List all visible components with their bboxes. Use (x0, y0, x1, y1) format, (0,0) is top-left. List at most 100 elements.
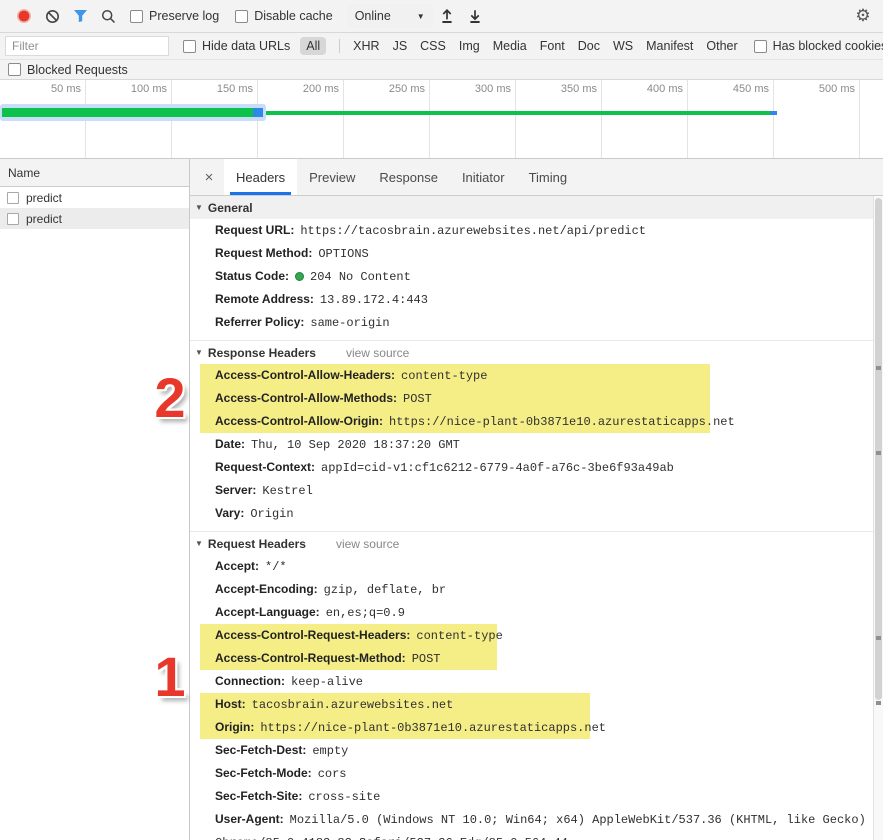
import-har-button[interactable] (433, 3, 461, 29)
header-row: Remote Address: 13.89.172.4:443 (190, 288, 873, 311)
scrollbar-match-mark (876, 451, 881, 455)
network-main: Name predict predict × Headers Preview Resp… (0, 159, 883, 840)
disable-cache-label: Disable cache (254, 9, 333, 23)
section-header[interactable]: ▼ Response Headers view source (190, 341, 873, 364)
filter-type-all[interactable]: All (300, 37, 327, 55)
blocked-requests-checkbox[interactable]: Blocked Requests (8, 63, 128, 77)
has-blocked-cookies-checkbox[interactable]: Has blocked cookies (753, 39, 883, 53)
header-name: Request Method: (215, 246, 313, 260)
view-source-link[interactable]: view source (346, 346, 409, 360)
header-row: Sec-Fetch-Mode: cors (190, 762, 873, 785)
tab-preview[interactable]: Preview (297, 159, 367, 195)
header-name: Sec-Fetch-Site: (215, 789, 303, 803)
timeline-cell: 350 ms (516, 80, 602, 158)
expander-triangle-icon[interactable]: ▼ (195, 348, 203, 357)
timeline-tick-label: 400 ms (646, 83, 683, 95)
filter-type-js[interactable]: JS (393, 39, 408, 53)
header-row: Access-Control-Request-Method: POST (190, 647, 873, 670)
settings-gear-icon[interactable]: ⚙ (849, 3, 877, 29)
header-value: tacosbrain.azurewebsites.net (251, 698, 454, 712)
scrollbar-thumb[interactable] (875, 198, 882, 701)
expander-triangle-icon[interactable]: ▼ (195, 203, 203, 212)
request-row-predict[interactable]: predict (0, 208, 189, 229)
header-name: Sec-Fetch-Dest: (215, 743, 307, 757)
header-name: Accept: (215, 559, 260, 573)
header-row: Accept-Encoding: gzip, deflate, br (190, 578, 873, 601)
expander-triangle-icon[interactable]: ▼ (195, 539, 203, 548)
throttling-select[interactable]: Online ▼ (346, 4, 433, 28)
filter-toggle-button[interactable] (66, 3, 94, 29)
header-name: Request-Context: (215, 460, 316, 474)
header-name: Date: (215, 437, 246, 451)
header-name: Access-Control-Allow-Headers: (215, 368, 396, 382)
hide-data-urls-label: Hide data URLs (202, 39, 291, 53)
filter-type-css[interactable]: CSS (420, 39, 446, 53)
detail-tabbar: × Headers Preview Response Initiator Timing (190, 159, 883, 196)
search-icon (101, 9, 115, 23)
preserve-log-checkbox[interactable]: Preserve log (130, 9, 219, 23)
header-row: Vary: Origin (190, 502, 873, 525)
header-value: OPTIONS (318, 247, 369, 261)
filter-type-img[interactable]: Img (459, 39, 480, 53)
header-row: Accept-Language: en,es;q=0.9 (190, 601, 873, 624)
timeline-cell: 450 ms (688, 80, 774, 158)
section-header[interactable]: ▼ Request Headers view source (190, 532, 873, 555)
filter-input[interactable] (5, 36, 169, 56)
status-dot-icon (295, 272, 305, 281)
section-rows: Request URL: https://tacosbrain.azurewebs… (190, 219, 873, 334)
tab-response[interactable]: Response (367, 159, 450, 195)
timeline-tick-label: 200 ms (302, 83, 339, 95)
filter-type-manifest[interactable]: Manifest (646, 39, 693, 53)
request-row-predict[interactable]: predict (0, 187, 189, 208)
header-value: Origin (250, 507, 294, 521)
search-button[interactable] (94, 3, 122, 29)
tab-headers[interactable]: Headers (224, 159, 298, 195)
header-name: Server: (215, 483, 257, 497)
header-name: Sec-Fetch-Mode: (215, 766, 312, 780)
record-button[interactable] (10, 3, 38, 29)
download-icon (470, 10, 480, 23)
close-icon[interactable]: × (194, 159, 224, 195)
filter-type-font[interactable]: Font (540, 39, 565, 53)
disable-cache-checkbox[interactable]: Disable cache (235, 9, 333, 23)
section-rows: Accept: */* Accept-Encoding: gzip, deflate,… (154, 555, 873, 840)
section-header[interactable]: ▼ General (190, 196, 873, 219)
hide-data-urls-checkbox[interactable]: Hide data URLs (183, 39, 290, 53)
devtools-network-panel: Preserve log Disable cache Online ▼ ⚙ Fi… (0, 0, 883, 840)
view-source-link[interactable]: view source (336, 537, 399, 551)
throttling-value: Online (354, 9, 391, 23)
timeline-cell: 400 ms (602, 80, 688, 158)
filter-type-other[interactable]: Other (706, 39, 737, 53)
resource-icon (7, 212, 19, 225)
header-name: Vary: (215, 506, 245, 520)
header-value: 204 No Content (310, 270, 411, 284)
request-rows: predict predict (0, 187, 189, 229)
header-name: Connection: (215, 674, 285, 688)
export-har-button[interactable] (461, 3, 489, 29)
section-rows: Access-Control-Allow-Headers: content-typ… (154, 364, 873, 525)
header-row: Sec-Fetch-Dest: empty (190, 739, 873, 762)
header-row: Referrer Policy: same-origin (190, 311, 873, 334)
header-value: POST (403, 392, 432, 406)
section-title: Response Headers (207, 345, 316, 360)
header-row: Access-Control-Allow-Origin: https://nice… (190, 410, 873, 433)
request-1-waterfall-bar[interactable] (2, 108, 253, 117)
filter-type-media[interactable]: Media (493, 39, 527, 53)
filter-type-ws[interactable]: WS (613, 39, 633, 53)
resource-icon (7, 191, 19, 204)
network-overview[interactable]: 50 ms 100 ms 150 ms 200 ms 250 ms 300 ms 350 m… (0, 80, 883, 159)
tab-initiator[interactable]: Initiator (450, 159, 517, 195)
filter-type-xhr[interactable]: XHR (353, 39, 379, 53)
timeline-tick-label: 150 ms (216, 83, 253, 95)
headers-content: ▼ General Request URL: https://tacosbrain.a… (154, 196, 883, 840)
scrollbar[interactable] (873, 196, 883, 840)
name-column-header[interactable]: Name (0, 159, 189, 187)
header-value: content-type (416, 629, 503, 643)
clear-button[interactable] (38, 3, 66, 29)
header-value: POST (411, 652, 441, 666)
tab-timing[interactable]: Timing (517, 159, 580, 195)
scrollbar-match-mark (876, 366, 881, 370)
request-2-waterfall-bar[interactable] (266, 111, 770, 115)
filter-type-doc[interactable]: Doc (578, 39, 600, 53)
header-value: content-type (401, 369, 488, 383)
